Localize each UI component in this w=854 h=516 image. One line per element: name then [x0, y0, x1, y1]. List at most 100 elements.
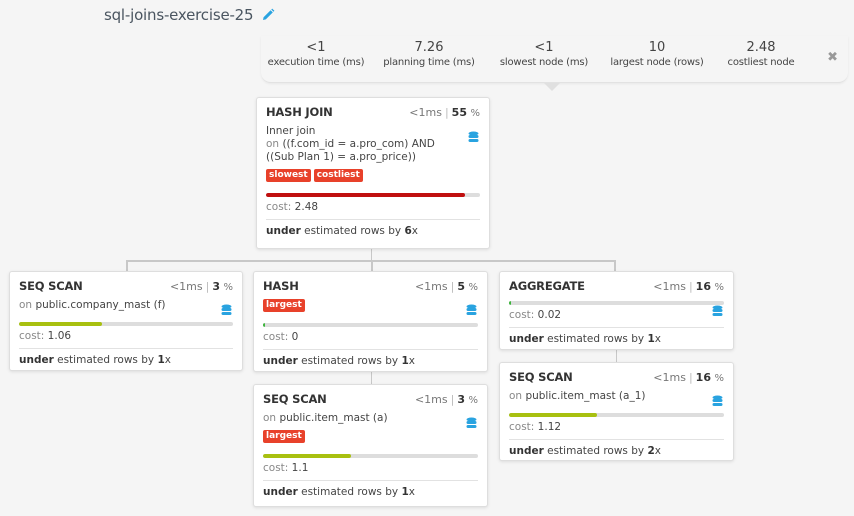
node-pct-sign: %	[223, 282, 233, 293]
row-estimate: under estimated rows by 1x	[19, 349, 233, 372]
node-cost: cost: 1.1	[263, 462, 478, 474]
cost-value: 1.1	[291, 462, 309, 474]
cost-label: cost:	[19, 330, 45, 342]
node-tags: largest	[263, 430, 478, 443]
node-cost: cost: 2.48	[266, 201, 480, 213]
stat-label: costliest node	[727, 57, 795, 68]
node-timing: <1ms | 5 %	[414, 280, 478, 293]
plan-title-text: sql-joins-exercise-25	[104, 6, 254, 24]
node-timing: <1ms | 3 %	[169, 280, 233, 293]
tag-largest: largest	[263, 430, 305, 443]
connector-line	[371, 248, 372, 260]
cost-label: cost:	[263, 331, 289, 343]
node-pct: 3	[212, 280, 220, 293]
cost-bar	[263, 323, 478, 327]
est-x: x	[408, 355, 415, 367]
stat-value: <1	[534, 40, 554, 55]
cost-bar-fill	[509, 413, 598, 417]
row-estimate: under estimated rows by 1x	[263, 350, 478, 373]
tag-slowest: slowest	[266, 169, 311, 182]
node-cost: cost: 0.02	[509, 309, 724, 321]
database-icon[interactable]	[466, 417, 477, 430]
est-factor: 1	[401, 486, 409, 498]
cost-value: 0.02	[537, 309, 562, 321]
relation-name: public.company_mast (f)	[35, 299, 166, 311]
node-time-unit: ms	[669, 371, 686, 384]
node-name: SEQ SCAN	[19, 279, 83, 293]
node-pct: 5	[457, 280, 465, 293]
stat-value: <1	[306, 40, 326, 55]
est-direction: under	[266, 225, 301, 237]
database-icon[interactable]	[466, 304, 477, 317]
node-pct-sign: %	[714, 282, 724, 293]
plan-node-aggregate[interactable]: AGGREGATE <1ms | 16 % cost: 0.02 under est…	[499, 271, 734, 350]
database-icon[interactable]	[221, 304, 232, 317]
row-estimate: under estimated rows by 1x	[263, 481, 478, 504]
cost-bar	[266, 193, 480, 197]
cost-bar	[509, 301, 724, 305]
node-time: <1	[414, 280, 432, 293]
node-name: HASH	[263, 279, 299, 293]
node-time-unit: ms	[186, 280, 203, 293]
node-timing: <1ms | 3 %	[414, 393, 478, 406]
plan-node-seq-scan-company-mast[interactable]: SEQ SCAN <1ms | 3 % on public.company_mast…	[9, 271, 243, 371]
stat-value: 2.48	[746, 40, 776, 55]
est-x: x	[654, 445, 661, 457]
node-pct-sign: %	[468, 282, 478, 293]
cost-bar	[509, 413, 724, 417]
stat-label: planning time (ms)	[383, 57, 475, 68]
plan-title: sql-joins-exercise-25	[104, 6, 275, 24]
node-time-unit: ms	[431, 393, 448, 406]
est-direction: under	[263, 486, 298, 498]
node-pct-sign: %	[470, 108, 480, 119]
cost-value: 0	[291, 331, 299, 343]
est-factor: 1	[157, 354, 165, 366]
plan-node-seq-scan-item-mast-a1[interactable]: SEQ SCAN <1ms | 16 % on public.item_mast (…	[499, 362, 734, 461]
node-time: <1	[414, 393, 432, 406]
node-pct-sign: %	[714, 373, 724, 384]
node-pct: 3	[457, 393, 465, 406]
node-tags: largest	[263, 299, 478, 312]
est-x: x	[654, 333, 661, 345]
cost-value: 1.06	[47, 330, 72, 342]
database-icon[interactable]	[712, 305, 723, 318]
cost-value: 1.12	[537, 421, 562, 433]
node-time-unit: ms	[425, 106, 442, 119]
edit-pencil-icon[interactable]	[261, 8, 275, 22]
est-direction: under	[19, 354, 54, 366]
est-factor: 1	[647, 333, 655, 345]
node-pct-sign: %	[468, 395, 478, 406]
on-label: on	[266, 138, 280, 150]
node-pct: 16	[695, 280, 711, 293]
stats-caret	[544, 83, 560, 91]
cost-bar-fill	[509, 301, 512, 305]
stat-execution-time: <1 execution time (ms)	[266, 40, 366, 70]
est-text: estimated rows by	[547, 445, 645, 457]
plan-node-seq-scan-item-mast[interactable]: SEQ SCAN <1ms | 3 % on public.item_mast (a…	[253, 384, 488, 507]
node-timing: <1ms | 55 %	[409, 106, 480, 119]
cost-bar-fill	[263, 454, 352, 458]
plan-node-hash-join[interactable]: HASH JOIN <1ms | 55 % Inner join on ((f.co…	[256, 97, 490, 249]
est-x: x	[164, 354, 171, 366]
node-timing: <1ms | 16 %	[653, 280, 724, 293]
database-icon[interactable]	[712, 395, 723, 408]
node-time: <1	[409, 106, 426, 119]
join-type: Inner join	[266, 125, 316, 137]
cost-label: cost:	[263, 462, 289, 474]
node-time: <1	[653, 371, 670, 384]
node-name: HASH JOIN	[266, 105, 333, 119]
database-icon[interactable]	[468, 131, 479, 144]
close-stats-icon[interactable]: ✖	[827, 50, 838, 65]
plan-node-hash[interactable]: HASH <1ms | 5 % largest cost: 0 under esti…	[253, 271, 488, 372]
node-tags: slowest costliest	[266, 169, 480, 182]
cost-label: cost:	[509, 421, 535, 433]
stat-planning-time: 7.26 planning time (ms)	[378, 40, 480, 70]
stat-value: 10	[648, 40, 666, 55]
cost-bar	[19, 322, 233, 326]
node-time-unit: ms	[431, 280, 448, 293]
cost-label: cost:	[266, 201, 292, 213]
est-direction: under	[509, 333, 544, 345]
stat-label: execution time (ms)	[267, 57, 365, 68]
node-pct: 55	[451, 106, 467, 119]
on-label: on	[19, 299, 33, 311]
